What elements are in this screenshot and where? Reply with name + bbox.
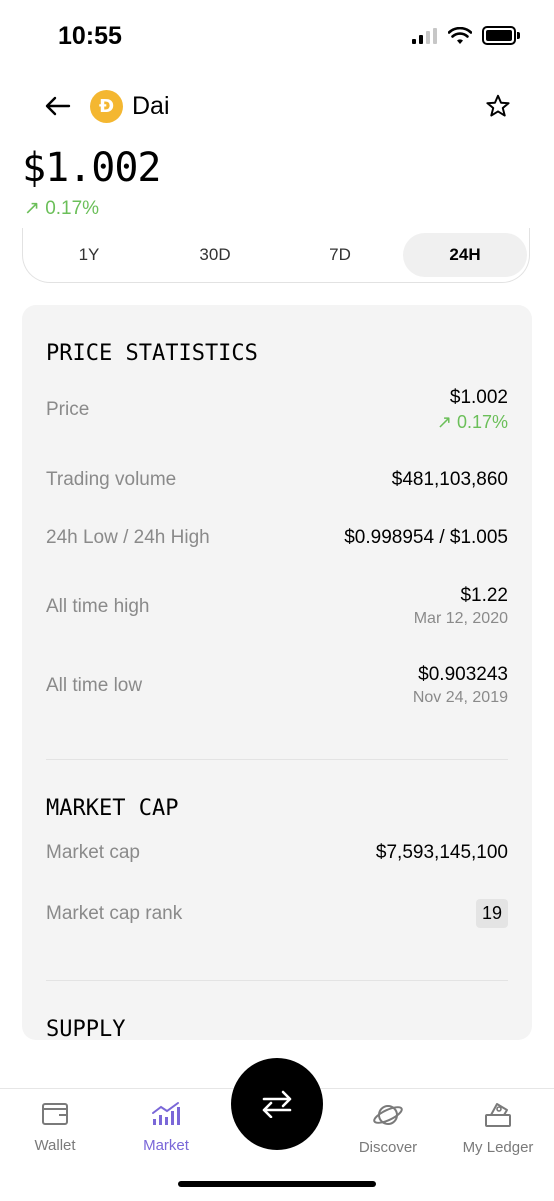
- planet-icon: [373, 1105, 403, 1125]
- tab-30d[interactable]: 30D: [163, 233, 267, 277]
- market-cap-label: Market cap: [46, 842, 140, 863]
- nav-discover-label: Discover: [358, 1139, 418, 1156]
- stats-card: PRICE STATISTICS Price $1.002 ↗ 0.17% Tr…: [22, 305, 532, 1042]
- all-time-high-date: Mar 12, 2020: [413, 610, 508, 627]
- supply-title: SUPPLY: [46, 1017, 126, 1042]
- 24h-range-label: 24h Low / 24h High: [46, 527, 210, 548]
- section-divider: [46, 980, 508, 981]
- star-icon: [486, 94, 510, 117]
- wifi-icon: [448, 26, 472, 44]
- nav-market-label: Market: [143, 1137, 189, 1154]
- all-time-high-value: $1.22: [460, 585, 508, 606]
- tab-24h[interactable]: 24H: [403, 233, 527, 277]
- trading-volume-value: $481,103,860: [391, 469, 508, 490]
- nav-my-ledger-label: My Ledger: [462, 1139, 534, 1156]
- signal-icon: [412, 27, 437, 44]
- time-range-tabs: 1Y 30D 7D 24H: [22, 228, 530, 283]
- status-icons: [412, 26, 520, 45]
- home-indicator: [178, 1181, 376, 1187]
- market-cap-value: $7,593,145,100: [375, 842, 508, 863]
- dai-symbol: Đ: [98, 96, 115, 117]
- trading-volume-label: Trading volume: [46, 469, 177, 490]
- favorite-button[interactable]: [478, 86, 518, 126]
- current-price: $1.002: [22, 145, 161, 191]
- all-time-low-label: All time low: [46, 675, 143, 696]
- all-time-high-label: All time high: [46, 596, 150, 617]
- nav-wallet-label: Wallet: [34, 1137, 76, 1154]
- swap-button[interactable]: [231, 1058, 323, 1150]
- coin-name: Dai: [132, 92, 170, 120]
- wallet-icon: [42, 1103, 68, 1125]
- status-time: 10:55: [58, 22, 122, 50]
- market-cap-rank-label: Market cap rank: [46, 903, 183, 924]
- nav-discover[interactable]: Discover: [333, 1101, 443, 1156]
- nav-my-ledger[interactable]: My Ledger: [443, 1101, 553, 1156]
- price-change-stat: ↗ 0.17%: [436, 412, 508, 432]
- swap-arrows-icon: [262, 1090, 292, 1118]
- market-cap-rank-badge: 19: [475, 899, 508, 928]
- ledger-device-icon: [485, 1103, 511, 1127]
- dai-coin-icon: Đ: [90, 90, 123, 123]
- market-cap-title: MARKET CAP: [46, 796, 179, 821]
- back-button[interactable]: [38, 86, 78, 126]
- 24h-range-value: $0.998954 / $1.005: [344, 527, 508, 548]
- market-chart-icon: [152, 1102, 180, 1125]
- price-value: $1.002: [449, 387, 508, 408]
- tab-1y[interactable]: 1Y: [37, 233, 141, 277]
- all-time-low-date: Nov 24, 2019: [412, 689, 508, 706]
- battery-icon: [482, 26, 520, 45]
- nav-wallet[interactable]: Wallet: [0, 1101, 110, 1154]
- section-divider: [46, 759, 508, 760]
- price-label: Price: [46, 399, 90, 420]
- tab-7d[interactable]: 7D: [288, 233, 392, 277]
- price-change: ↗ 0.17%: [24, 198, 100, 219]
- arrow-left-icon: [45, 96, 71, 116]
- nav-market[interactable]: Market: [111, 1101, 221, 1154]
- all-time-low-value: $0.903243: [418, 664, 508, 685]
- price-statistics-title: PRICE STATISTICS: [46, 341, 258, 366]
